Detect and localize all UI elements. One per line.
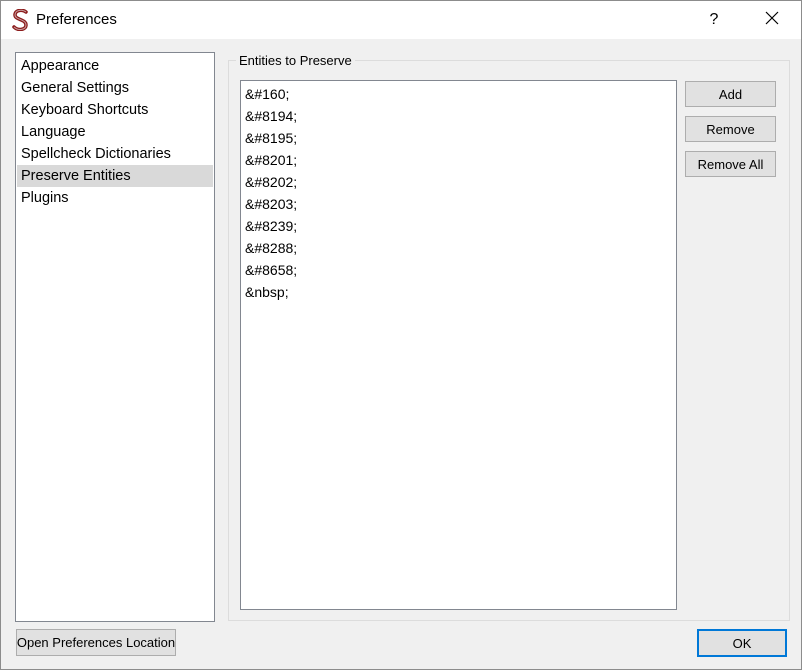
remove-all-button[interactable]: Remove All [685,151,776,177]
list-item[interactable]: &#8288; [241,237,676,259]
sidebar-item-general-settings[interactable]: General Settings [17,77,213,99]
entities-group-title: Entities to Preserve [236,53,355,68]
list-item[interactable]: &#8203; [241,193,676,215]
list-item[interactable]: &#160; [241,83,676,105]
sidebar-item-spellcheck-dictionaries[interactable]: Spellcheck Dictionaries [17,143,213,165]
list-item[interactable]: &nbsp; [241,281,676,303]
sidebar-item-plugins[interactable]: Plugins [17,187,213,209]
preferences-dialog: Preferences ? Appearance General Setting… [0,0,802,670]
title-bar: Preferences ? [1,1,801,39]
list-item[interactable]: &#8239; [241,215,676,237]
sigil-app-icon [11,8,31,32]
close-icon [765,11,779,30]
remove-button[interactable]: Remove [685,116,776,142]
sidebar-item-preserve-entities[interactable]: Preserve Entities [17,165,213,187]
list-item[interactable]: &#8195; [241,127,676,149]
open-preferences-location-button[interactable]: Open Preferences Location [16,629,176,656]
list-item[interactable]: &#8202; [241,171,676,193]
sidebar-item-keyboard-shortcuts[interactable]: Keyboard Shortcuts [17,99,213,121]
entity-list[interactable]: &#160; &#8194; &#8195; &#8201; &#8202; &… [240,80,677,610]
sidebar-item-language[interactable]: Language [17,121,213,143]
window-title: Preferences [36,11,117,28]
add-button[interactable]: Add [685,81,776,107]
list-item[interactable]: &#8194; [241,105,676,127]
preferences-category-list[interactable]: Appearance General Settings Keyboard Sho… [15,52,215,622]
list-item[interactable]: &#8658; [241,259,676,281]
list-item[interactable]: &#8201; [241,149,676,171]
ok-button[interactable]: OK [697,629,787,657]
close-button[interactable] [749,1,795,39]
help-button[interactable]: ? [691,1,737,39]
sidebar-item-appearance[interactable]: Appearance [17,55,213,77]
